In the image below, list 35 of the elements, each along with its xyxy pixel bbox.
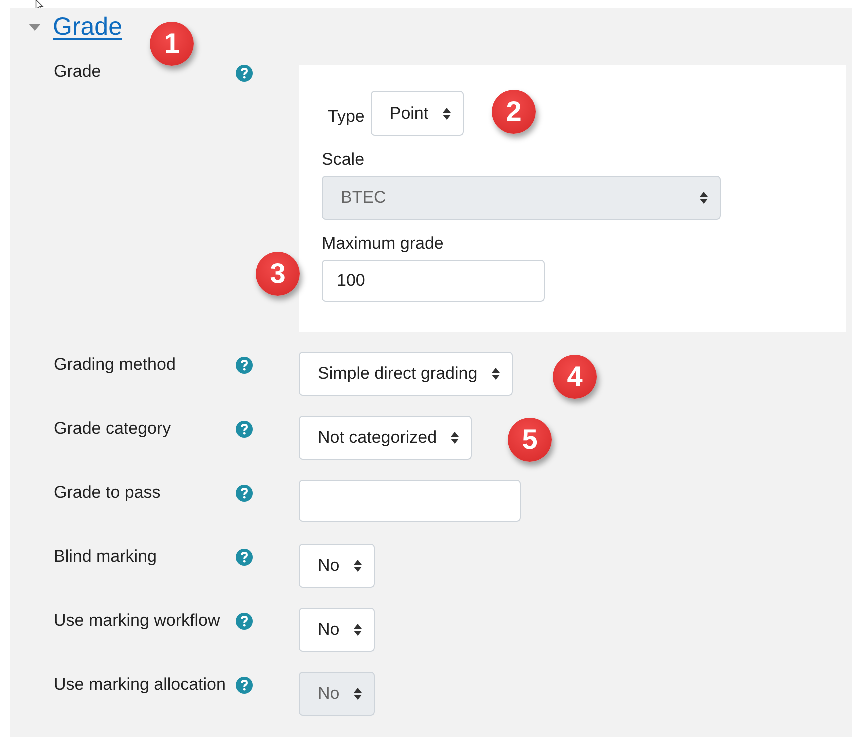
field-label: Grading method [53,354,177,376]
updown-caret-icon [354,688,362,700]
help-icon[interactable] [236,357,253,374]
maximum-grade-field[interactable]: 100 [322,260,545,302]
updown-caret-icon [492,368,500,380]
dropdown-select[interactable]: No [299,608,375,652]
scale-select: BTEC [322,176,721,220]
updown-caret-icon [700,192,708,204]
field-label: Grade to pass [53,482,162,504]
field-label: Use marking allocation [53,674,227,696]
updown-caret-icon [354,624,362,636]
field-label: Use marking workflow [53,610,222,632]
help-icon[interactable] [236,65,253,82]
updown-caret-icon [451,432,460,444]
help-icon[interactable] [236,613,253,630]
dropdown-select[interactable]: Not categorized [299,416,472,460]
dropdown-select[interactable]: Simple direct grading [299,352,513,396]
section-title-link[interactable]: Grade [53,12,122,42]
updown-caret-icon [442,108,451,120]
help-icon[interactable] [236,549,253,566]
collapse-caret-icon[interactable] [29,24,41,32]
dropdown-select: No [299,672,375,716]
help-icon[interactable] [236,421,253,438]
field-label: Blind marking [53,546,158,568]
type-select[interactable]: Point [370,91,464,136]
type-label: Type [328,106,365,126]
input-field[interactable] [299,480,521,522]
updown-caret-icon [354,560,362,572]
field-label: Grade [53,61,102,83]
maximum-grade-label: Maximum grade [322,234,444,254]
scale-label: Scale [322,150,365,170]
field-label: Grade category [53,418,172,440]
help-icon[interactable] [236,485,253,502]
help-icon[interactable] [236,677,253,694]
dropdown-select[interactable]: No [299,544,375,588]
